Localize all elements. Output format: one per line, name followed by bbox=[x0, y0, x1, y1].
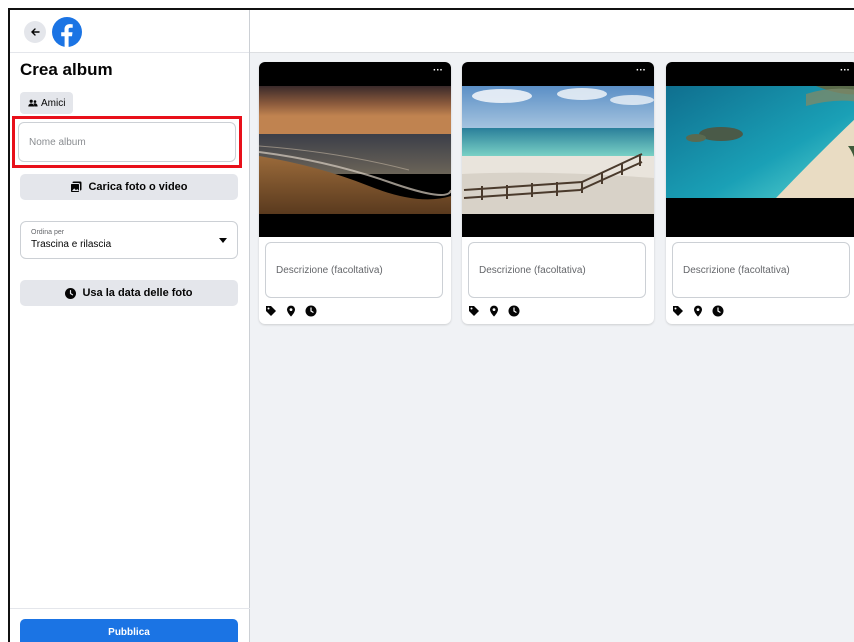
photo-actions bbox=[265, 305, 317, 317]
publish-button[interactable]: Pubblica bbox=[20, 619, 238, 642]
tag-icon[interactable] bbox=[468, 305, 480, 317]
photo-date-label: Usa la data delle foto bbox=[82, 287, 193, 299]
main-topbar bbox=[250, 10, 854, 53]
tag-icon[interactable] bbox=[265, 305, 277, 317]
description-input[interactable] bbox=[468, 242, 646, 298]
photo-options-button[interactable]: ··· bbox=[433, 65, 443, 76]
sort-label: Ordina per bbox=[31, 229, 65, 236]
facebook-logo-icon[interactable] bbox=[52, 17, 82, 47]
caret-down-icon bbox=[219, 238, 227, 243]
location-pin-icon[interactable] bbox=[692, 305, 704, 317]
sunset-beach-image bbox=[259, 86, 451, 214]
location-pin-icon[interactable] bbox=[285, 305, 297, 317]
photo-actions bbox=[672, 305, 724, 317]
location-pin-icon[interactable] bbox=[488, 305, 500, 317]
photo-options-button[interactable]: ··· bbox=[636, 65, 646, 76]
album-name-input[interactable] bbox=[18, 122, 236, 162]
photo-thumbnail: ··· bbox=[462, 62, 654, 237]
clock-icon[interactable] bbox=[508, 305, 520, 317]
page-title: Crea album bbox=[20, 60, 113, 79]
photo-card: ··· bbox=[462, 62, 654, 324]
upload-photo-video-button[interactable]: Carica foto o video bbox=[20, 174, 238, 200]
clock-icon[interactable] bbox=[712, 305, 724, 317]
description-input[interactable] bbox=[265, 242, 443, 298]
photo-thumbnail: ··· bbox=[259, 62, 451, 237]
sort-value: Trascina e rilascia bbox=[31, 239, 112, 250]
clock-icon[interactable] bbox=[305, 305, 317, 317]
photo-actions bbox=[468, 305, 520, 317]
clock-icon bbox=[65, 287, 77, 299]
sidebar-footer: Pubblica bbox=[10, 608, 250, 642]
sort-dropdown[interactable]: Ordina per Trascina e rilascia bbox=[20, 221, 238, 259]
audience-label: Amici bbox=[41, 97, 66, 109]
photo-card: ··· bbox=[666, 62, 854, 324]
boardwalk-beach-image bbox=[462, 86, 654, 214]
people-icon bbox=[28, 99, 38, 107]
photo-options-button[interactable]: ··· bbox=[840, 65, 850, 76]
description-input[interactable] bbox=[672, 242, 850, 298]
photo-card: ··· bbox=[259, 62, 451, 324]
tag-icon[interactable] bbox=[672, 305, 684, 317]
back-button[interactable] bbox=[24, 21, 46, 43]
audience-selector[interactable]: Amici bbox=[20, 92, 74, 114]
sidebar-header bbox=[10, 10, 249, 53]
app-window: Crea album Amici Carica foto o video Ord… bbox=[8, 8, 854, 642]
aerial-bay-image bbox=[666, 86, 854, 198]
upload-label: Carica foto o video bbox=[88, 181, 188, 193]
arrow-left-icon bbox=[31, 28, 40, 36]
sidebar: Crea album Amici Carica foto o video Ord… bbox=[10, 10, 250, 642]
photo-add-icon bbox=[70, 181, 82, 193]
use-photo-date-button[interactable]: Usa la data delle foto bbox=[20, 280, 238, 306]
album-name-highlight bbox=[12, 116, 242, 168]
photo-thumbnail: ··· bbox=[666, 62, 854, 237]
